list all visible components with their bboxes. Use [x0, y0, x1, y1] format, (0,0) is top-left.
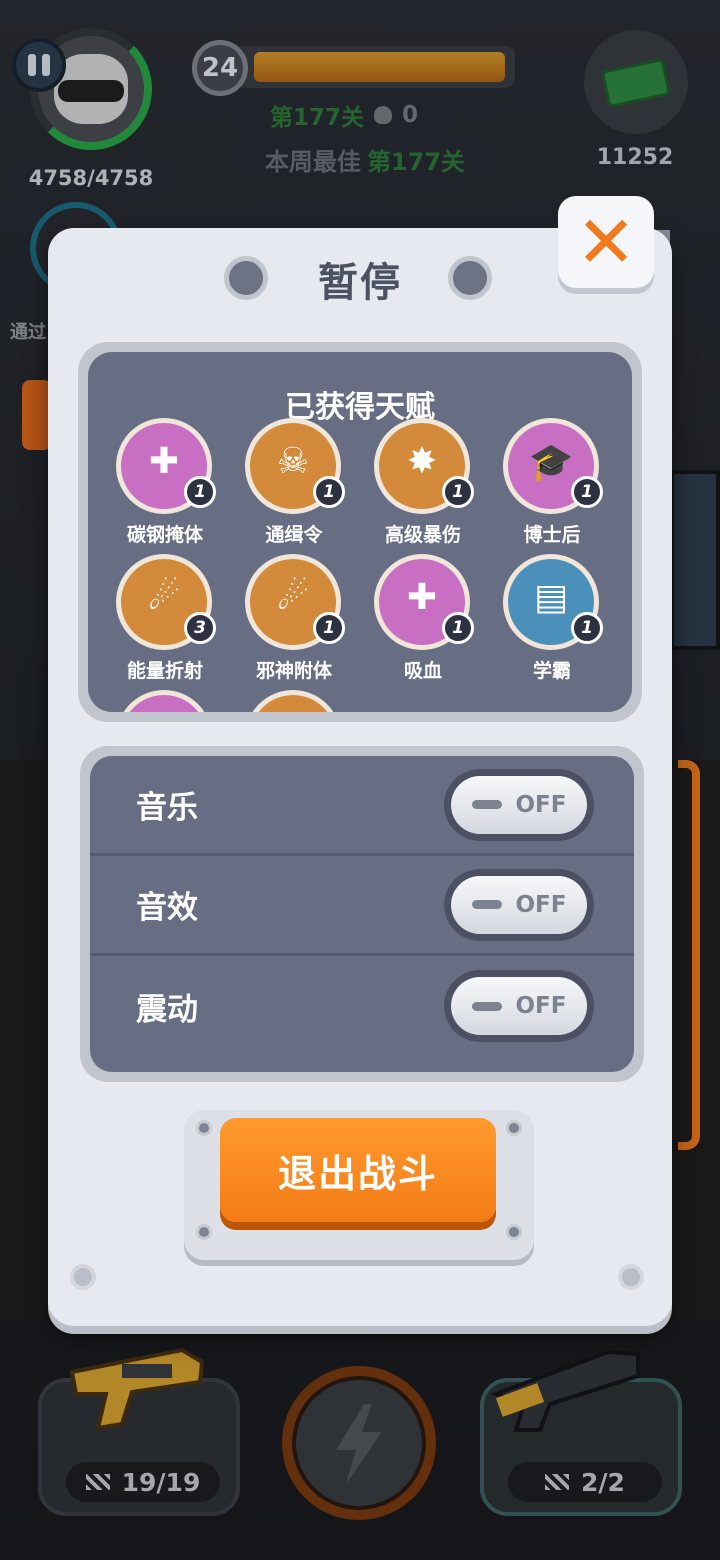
talent-item[interactable]: ✚ 1 吸血: [358, 554, 488, 684]
toggle-dash-icon: [471, 1001, 502, 1011]
talent-name: 能量折射: [126, 660, 203, 682]
talent-name: 学霸: [532, 660, 571, 682]
toggle-dash-icon: [471, 800, 502, 809]
screw: [506, 1120, 522, 1136]
talents-panel-inner[interactable]: 已获得天赋 ✚ 1 碳钢掩体 ☠ 1 通缉令 ✸ 1 高级暴伤 🎓 1 博士后: [88, 352, 632, 712]
setting-row-vibration: 震动 OFF: [90, 956, 634, 1056]
talent-item[interactable]: 🎓 1 博士后: [487, 418, 617, 548]
talent-count: 3: [184, 612, 216, 644]
setting-label: 音乐: [136, 790, 198, 826]
level-badge: 24: [192, 40, 248, 96]
talent-count: 1: [442, 476, 474, 508]
toggle-pill: OFF: [451, 875, 587, 934]
setting-row-music: 音乐 OFF: [90, 756, 634, 856]
talent-count: 1: [571, 476, 603, 508]
talent-item[interactable]: ☠ 1 通缉令: [229, 418, 359, 548]
screw: [506, 1224, 522, 1240]
toggle-state: OFF: [515, 993, 567, 1019]
talent-item[interactable]: ▤ 1 学霸: [487, 554, 617, 684]
music-toggle[interactable]: OFF: [444, 768, 594, 841]
talent-count: 1: [184, 476, 216, 508]
toggle-pill: OFF: [451, 775, 587, 834]
talent-name: 高级暴伤: [384, 524, 461, 546]
talent-count: 1: [313, 476, 345, 508]
setting-label: 音效: [136, 890, 198, 926]
talent-name: 邪神附体: [255, 660, 332, 682]
toggle-dash-icon: [471, 900, 502, 909]
toggle-state: OFF: [515, 891, 567, 918]
settings-panel: 音乐 OFF 音效 OFF 震动 OFF: [80, 746, 644, 1082]
toggle-pill: OFF: [451, 977, 587, 1035]
talent-count: 1: [571, 612, 603, 644]
talent-name: 吸血: [403, 660, 442, 682]
talents-panel: 已获得天赋 ✚ 1 碳钢掩体 ☠ 1 通缉令 ✸ 1 高级暴伤 🎓 1 博士后: [78, 342, 642, 722]
setting-label: 震动: [136, 991, 198, 1028]
talent-name: 碳钢掩体: [126, 524, 203, 546]
talent-circle: [116, 690, 212, 712]
corner-screw: [70, 1264, 96, 1290]
talent-item-partial[interactable]: [100, 690, 230, 712]
sound-toggle[interactable]: OFF: [444, 868, 594, 941]
screw: [196, 1224, 212, 1240]
talent-circle: [245, 690, 341, 712]
close-button[interactable]: ✕: [558, 196, 654, 288]
talent-name: 博士后: [523, 524, 581, 546]
vibration-toggle[interactable]: OFF: [444, 970, 594, 1042]
settings-panel-inner: 音乐 OFF 音效 OFF 震动 OFF: [90, 756, 634, 1072]
talent-count: 1: [313, 612, 345, 644]
corner-screw: [618, 1264, 644, 1290]
screw: [196, 1120, 212, 1136]
talent-name: 通缉令: [265, 524, 323, 546]
setting-row-sound: 音效 OFF: [90, 856, 634, 956]
talent-item[interactable]: ☄ 1 邪神附体: [229, 554, 359, 684]
talent-item[interactable]: ✸ 1 高级暴伤: [358, 418, 488, 548]
close-icon: ✕: [575, 200, 637, 284]
talent-item[interactable]: ☄ 3 能量折射: [100, 554, 230, 684]
talent-item-partial[interactable]: [229, 690, 359, 712]
talent-item[interactable]: ✚ 1 碳钢掩体: [100, 418, 230, 548]
toggle-state: OFF: [515, 791, 567, 818]
talent-count: 1: [442, 612, 474, 644]
exit-battle-button[interactable]: 退出战斗: [220, 1118, 496, 1222]
